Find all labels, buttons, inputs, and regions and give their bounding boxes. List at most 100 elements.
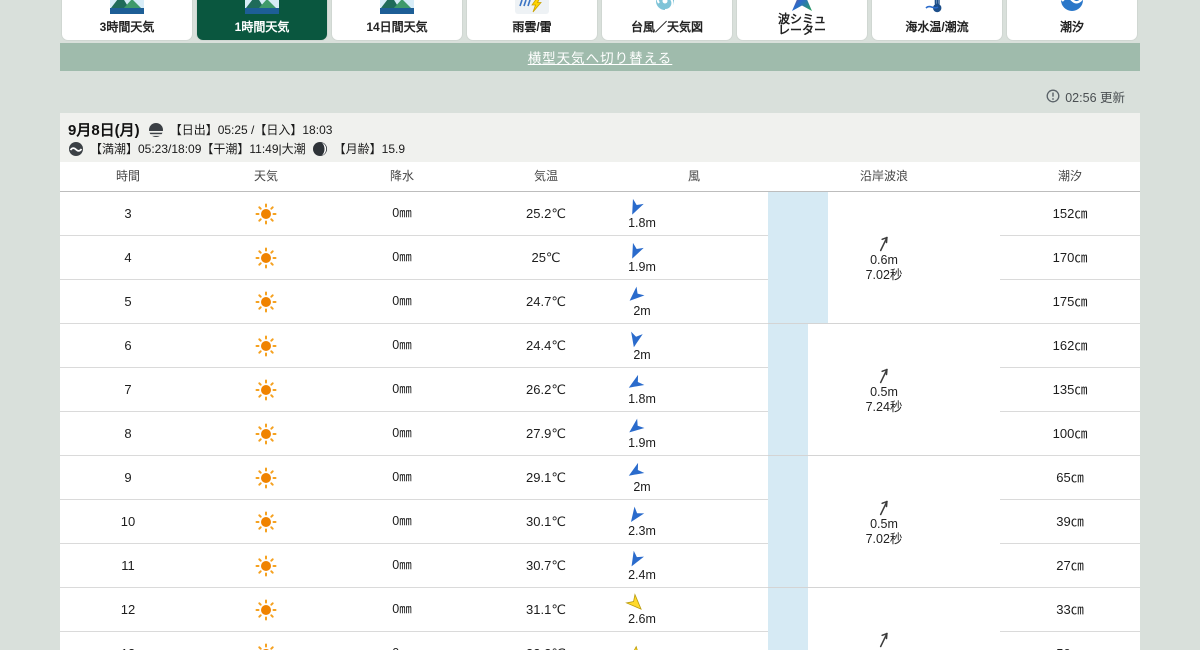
sunrise-icon xyxy=(148,122,164,137)
sunny-icon xyxy=(255,511,277,532)
precip-value: 0㎜ xyxy=(392,602,412,616)
wind-cell: 1.9m xyxy=(575,412,695,455)
weather-cell xyxy=(196,588,336,631)
wave-info: 0.5m 7.24秒 xyxy=(768,365,1000,415)
hour-value: 5 xyxy=(124,294,132,309)
hourly-row: 7 0㎜ 26.2℃ 1.8m xyxy=(60,368,768,412)
date-line-tide: 【満潮】05:23/18:09【干潮】11:49|大潮 【月齢】15.9 xyxy=(68,139,1140,158)
wave-info: 0.5m 7.02秒 xyxy=(768,497,1000,547)
sunny-icon xyxy=(255,467,277,488)
weather-cell xyxy=(196,192,336,235)
wind-speed-value: 1.8m xyxy=(628,215,656,230)
hour-value: 4 xyxy=(124,250,132,265)
tide-level-value: 152㎝ xyxy=(1000,192,1140,236)
rain-lightning-icon xyxy=(515,0,549,14)
sea-temperature-icon xyxy=(920,0,954,14)
hour-value: 11 xyxy=(121,558,135,573)
header-coastal-wave: 沿岸波浪 xyxy=(859,169,908,183)
precip-value: 0㎜ xyxy=(392,250,412,264)
hour-value: 6 xyxy=(124,338,132,353)
tab-label: 14日間天気 xyxy=(366,20,428,34)
weather-cell xyxy=(196,456,336,499)
landscape-weather-icon xyxy=(380,0,414,14)
precip-value: 0㎜ xyxy=(392,382,412,396)
tab-rain-radar[interactable]: 雨雲/雷 xyxy=(467,0,597,40)
tide-level-value: 65㎝ xyxy=(1000,456,1140,500)
hour-value: 13 xyxy=(60,632,196,650)
wave-direction-icon xyxy=(879,368,888,383)
tide-times-text: 【満潮】05:23/18:09【干潮】11:49|大潮 xyxy=(90,142,306,156)
tab-label: 海水温/潮流 xyxy=(905,20,969,34)
moon-age-text: 【月齢】15.9 xyxy=(333,142,406,156)
date-line-sun: 9月8日(月) 【日出】05:25 /【日入】18:03 xyxy=(68,120,1140,139)
weather-cell xyxy=(196,632,336,650)
wave-info: 0.6m 7.02秒 xyxy=(768,233,1000,283)
wind-cell: 2m xyxy=(575,456,695,499)
tide-icon xyxy=(1055,0,1089,14)
tab-1hour-weather[interactable]: 1時間天気 xyxy=(197,0,327,40)
wave-period-value: 7.02秒 xyxy=(865,267,903,282)
hourly-row: 13 0㎜ 32.2℃ xyxy=(60,632,768,650)
wind-cell: 1.8m xyxy=(575,192,695,235)
sunny-icon xyxy=(255,599,277,620)
sunny-icon xyxy=(255,555,277,576)
tab-label: 潮汐 xyxy=(1059,20,1084,34)
sunny-icon xyxy=(255,379,277,400)
tide-level-value: 33㎝ xyxy=(1000,588,1140,632)
tide-level-value: 27㎝ xyxy=(1000,544,1140,588)
precip-value: 0㎜ xyxy=(392,206,412,220)
precip-value: 0㎜ xyxy=(392,338,412,352)
sunny-icon xyxy=(255,291,277,312)
wave-period-value: 7.02秒 xyxy=(865,531,903,546)
hourly-row: 10 0㎜ 30.1℃ 2.3m xyxy=(60,500,768,544)
weather-cell xyxy=(196,544,336,587)
wave-height-value: 0.6m xyxy=(870,252,898,267)
hour-value: 12 xyxy=(120,602,136,617)
wind-cell: 2m xyxy=(575,324,695,367)
wind-speed-value: 2.4m xyxy=(628,567,656,582)
tab-label: 台風／天気図 xyxy=(630,20,703,34)
landscape-weather-icon xyxy=(245,0,279,14)
tab-tide[interactable]: 潮汐 xyxy=(1007,0,1137,40)
landscape-weather-icon xyxy=(110,0,144,14)
header-weather: 天気 xyxy=(253,169,278,183)
tab-sea-temp-current[interactable]: 海水温/潮流 xyxy=(872,0,1002,40)
switch-to-horizontal-link[interactable]: 横型天気へ切り替える xyxy=(528,47,673,67)
tide-level-value: 135㎝ xyxy=(1000,368,1140,412)
precip-value: 0㎜ xyxy=(392,426,412,440)
updated-status: 02:56 更新 xyxy=(1046,87,1125,105)
hour-value: 10 xyxy=(120,514,136,529)
tab-3hour-weather[interactable]: 3時間天気 xyxy=(62,0,192,40)
tide-level-value: 50㎝ xyxy=(1000,632,1140,650)
precip-value: 0㎜ xyxy=(392,470,412,484)
header-tide: 潮汐 xyxy=(1057,169,1082,183)
hourly-row: 6 0㎜ 24.4℃ 2m xyxy=(60,324,768,368)
wave-height-value: 0.5m xyxy=(870,516,898,531)
hour-value: 8 xyxy=(124,426,132,441)
moon-phase-icon xyxy=(312,141,327,156)
tab-wave-simulator[interactable]: 波シミュ レーター xyxy=(737,0,867,40)
sunny-icon xyxy=(255,335,277,356)
tide-level-value: 100㎝ xyxy=(1000,412,1140,456)
tide-wave-icon xyxy=(69,141,83,156)
wind-cell: 2.3m xyxy=(575,500,695,543)
wave-height-value: 0.5m xyxy=(870,384,898,399)
sunny-icon xyxy=(255,423,277,444)
weather-cell xyxy=(196,236,336,279)
weather-cell xyxy=(196,368,336,411)
wave-period-value: 7.24秒 xyxy=(865,399,903,414)
table-header: 時間 天気 降水 気温 風 沿岸波浪 潮汐 xyxy=(60,162,1140,192)
hour-value: 7 xyxy=(124,382,132,397)
hourly-row: 12 0㎜ 31.1℃ 2.6m xyxy=(60,588,768,632)
weather-cell xyxy=(196,500,336,543)
tab-typhoon-chart[interactable]: 台風／天気図 xyxy=(602,0,732,40)
date-header: 9月8日(月) 【日出】05:25 /【日入】18:03 【満潮】05:23/1… xyxy=(60,113,1140,162)
wind-cell: 1.9m xyxy=(575,236,695,279)
precip-value: 0㎜ xyxy=(392,558,412,572)
sunrise-sunset-text: 【日出】05:25 /【日入】18:03 xyxy=(169,123,333,137)
tab-bar: 3時間天気 1時間天気 14日間天気 雨雲/雷 台風／天気図 波シミュ レーター… xyxy=(0,0,1200,40)
header-temp: 気温 xyxy=(533,169,558,183)
tab-14day-weather[interactable]: 14日間天気 xyxy=(332,0,462,40)
layout-switch-banner: 横型天気へ切り替える xyxy=(60,43,1140,71)
hourly-row: 9 0㎜ 29.1℃ 2m xyxy=(60,456,768,500)
